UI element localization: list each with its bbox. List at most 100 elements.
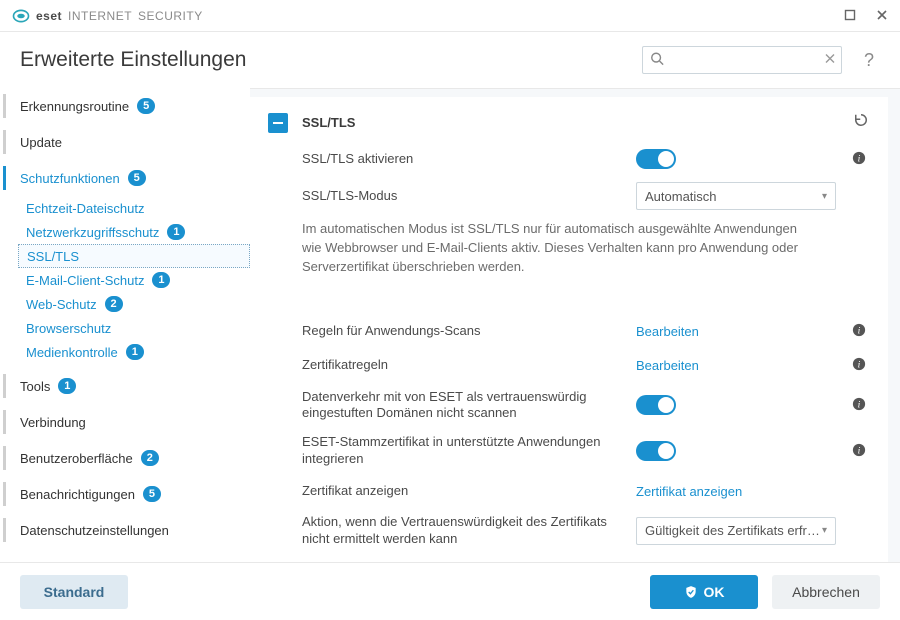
link-cert-rules-edit[interactable]: Bearbeiten [636,358,699,373]
svg-text:i: i [858,399,861,410]
row-root-cert: ESET-Stammzertifikat in unterstützte Anw… [250,428,888,474]
sidebar-item-label: Benachrichtigungen [20,487,135,502]
sidebar-item-update[interactable]: Update [12,124,250,160]
toggle-ssl-enable[interactable] [636,149,676,169]
label-unknown-trust: Aktion, wenn die Vertrauenswürdigkeit de… [302,514,624,548]
svg-text:i: i [858,445,861,456]
info-app-rules[interactable]: i [848,323,870,340]
badge: 2 [105,296,123,312]
badge: 5 [143,486,161,502]
label-ssl-mode: SSL/TLS-Modus [302,188,624,205]
section-header: SSL/TLS [250,97,888,142]
page-title: Erweiterte Einstellungen [20,48,626,72]
undo-icon[interactable] [852,111,870,134]
badge: 1 [126,344,144,360]
select-ssl-mode[interactable]: Automatisch ▾ [636,182,836,210]
sidebar-item-label: Tools [20,379,50,394]
sidebar-item-label: Benutzeroberfläche [20,451,133,466]
maximize-icon[interactable] [840,4,860,28]
collapse-icon[interactable] [268,113,288,133]
window-controls [840,4,892,28]
sidebar: Erkennungsroutine5UpdateSchutzfunktionen… [0,88,250,562]
shield-icon [684,585,698,599]
info-trusted-domains[interactable]: i [848,397,870,414]
chevron-down-icon: ▾ [822,525,827,536]
main: Erkennungsroutine5UpdateSchutzfunktionen… [0,88,900,562]
titlebar: eset INTERNET SECURITY [0,0,900,32]
sidebar-item-benutzeroberfl-che[interactable]: Benutzeroberfläche 2 [12,440,250,476]
brand: eset INTERNET SECURITY [12,7,203,25]
sidebar-item-benachrichtigungen[interactable]: Benachrichtigungen 5 [12,476,250,512]
section-title: SSL/TLS [302,115,838,130]
sidebar-subitem-label: Browserschutz [26,321,111,336]
footer: Standard OK Abbrechen [0,562,900,620]
search-input[interactable] [642,46,842,74]
row-ssl2: Mit veraltetem SSL2 verschlüsselten Date… [250,554,888,562]
sidebar-item-verbindung[interactable]: Verbindung [12,404,250,440]
label-root-cert: ESET-Stammzertifikat in unterstützte Anw… [302,434,624,468]
cancel-button[interactable]: Abbrechen [772,575,880,609]
sidebar-subitem-label: Netzwerkzugriffsschutz [26,225,159,240]
sidebar-item-label: Datenschutzeinstellungen [20,523,169,538]
sidebar-item-datenschutzeinstellungen[interactable]: Datenschutzeinstellungen [12,512,250,548]
sidebar-item-label: Schutzfunktionen [20,171,120,186]
sidebar-subitem-label: Medienkontrolle [26,345,118,360]
label-trusted-domains: Datenverkehr mit von ESET als vertrauens… [302,389,624,423]
toggle-trusted-domains[interactable] [636,395,676,415]
sidebar-subitem-ssl-tls[interactable]: SSL/TLS [18,244,250,268]
info-cert-rules[interactable]: i [848,357,870,374]
badge: 1 [58,378,76,394]
app-title-name: SECURITY [138,9,203,23]
chevron-down-icon: ▾ [822,191,827,202]
row-ssl-mode: SSL/TLS-Modus Automatisch ▾ [250,176,888,216]
header: Erweiterte Einstellungen ? [0,32,900,88]
badge: 5 [137,98,155,114]
sidebar-item-schutzfunktionen[interactable]: Schutzfunktionen 5 [12,160,250,196]
badge: 2 [141,450,159,466]
svg-text:i: i [858,360,861,371]
info-ssl-enable[interactable]: i [848,151,870,168]
row-cert-rules: Zertifikatregeln Bearbeiten i [250,349,888,383]
badge: 1 [152,272,170,288]
sidebar-subitem-label: E-Mail-Client-Schutz [26,273,144,288]
sidebar-subitem-echtzeit-dateischutz[interactable]: Echtzeit-Dateischutz [18,196,250,220]
link-app-rules-edit[interactable]: Bearbeiten [636,324,699,339]
content: SSL/TLS SSL/TLS aktivieren i SSL/TLS-Mod… [250,88,900,562]
badge: 1 [167,224,185,240]
search-box [642,46,842,74]
sidebar-item-tools[interactable]: Tools 1 [12,368,250,404]
label-app-rules: Regeln für Anwendungs-Scans [302,323,624,340]
toggle-root-cert[interactable] [636,441,676,461]
row-show-cert: Zertifikat anzeigen Zertifikat anzeigen [250,474,888,508]
sidebar-subitem-netzwerkzugriffsschutz[interactable]: Netzwerkzugriffsschutz 1 [18,220,250,244]
sidebar-subitem-medienkontrolle[interactable]: Medienkontrolle 1 [18,340,250,364]
sidebar-item-label: Verbindung [20,415,86,430]
sidebar-subitem-label: SSL/TLS [27,249,79,264]
clear-search-icon[interactable] [824,53,836,68]
sidebar-item-label: Erkennungsroutine [20,99,129,114]
label-cert-rules: Zertifikatregeln [302,357,624,374]
svg-text:i: i [858,153,861,164]
row-trusted-domains: Datenverkehr mit von ESET als vertrauens… [250,383,888,429]
select-unknown-trust[interactable]: Gültigkeit des Zertifikats erfr… ▾ [636,517,836,545]
sidebar-item-erkennungsroutine[interactable]: Erkennungsroutine 5 [12,88,250,124]
label-ssl2: Mit veraltetem SSL2 verschlüsselten Date… [302,560,624,562]
default-button[interactable]: Standard [20,575,128,609]
label-show-cert: Zertifikat anzeigen [302,483,624,500]
close-icon[interactable] [872,4,892,28]
badge: 5 [128,170,146,186]
row-app-rules: Regeln für Anwendungs-Scans Bearbeiten i [250,315,888,349]
help-button[interactable]: ? [858,48,880,73]
ok-button[interactable]: OK [650,575,758,609]
app-title-prefix: INTERNET [68,9,132,23]
sidebar-subitem-label: Web-Schutz [26,297,97,312]
sidebar-subitem-browserschutz[interactable]: Browserschutz [18,316,250,340]
sidebar-subitem-web-schutz[interactable]: Web-Schutz 2 [18,292,250,316]
svg-text:i: i [858,326,861,337]
eset-logo-icon [12,7,30,25]
link-show-cert[interactable]: Zertifikat anzeigen [636,484,742,499]
panel: SSL/TLS SSL/TLS aktivieren i SSL/TLS-Mod… [250,97,888,562]
info-root-cert[interactable]: i [848,443,870,460]
row-unknown-trust: Aktion, wenn die Vertrauenswürdigkeit de… [250,508,888,554]
sidebar-subitem-e-mail-client-schutz[interactable]: E-Mail-Client-Schutz 1 [18,268,250,292]
